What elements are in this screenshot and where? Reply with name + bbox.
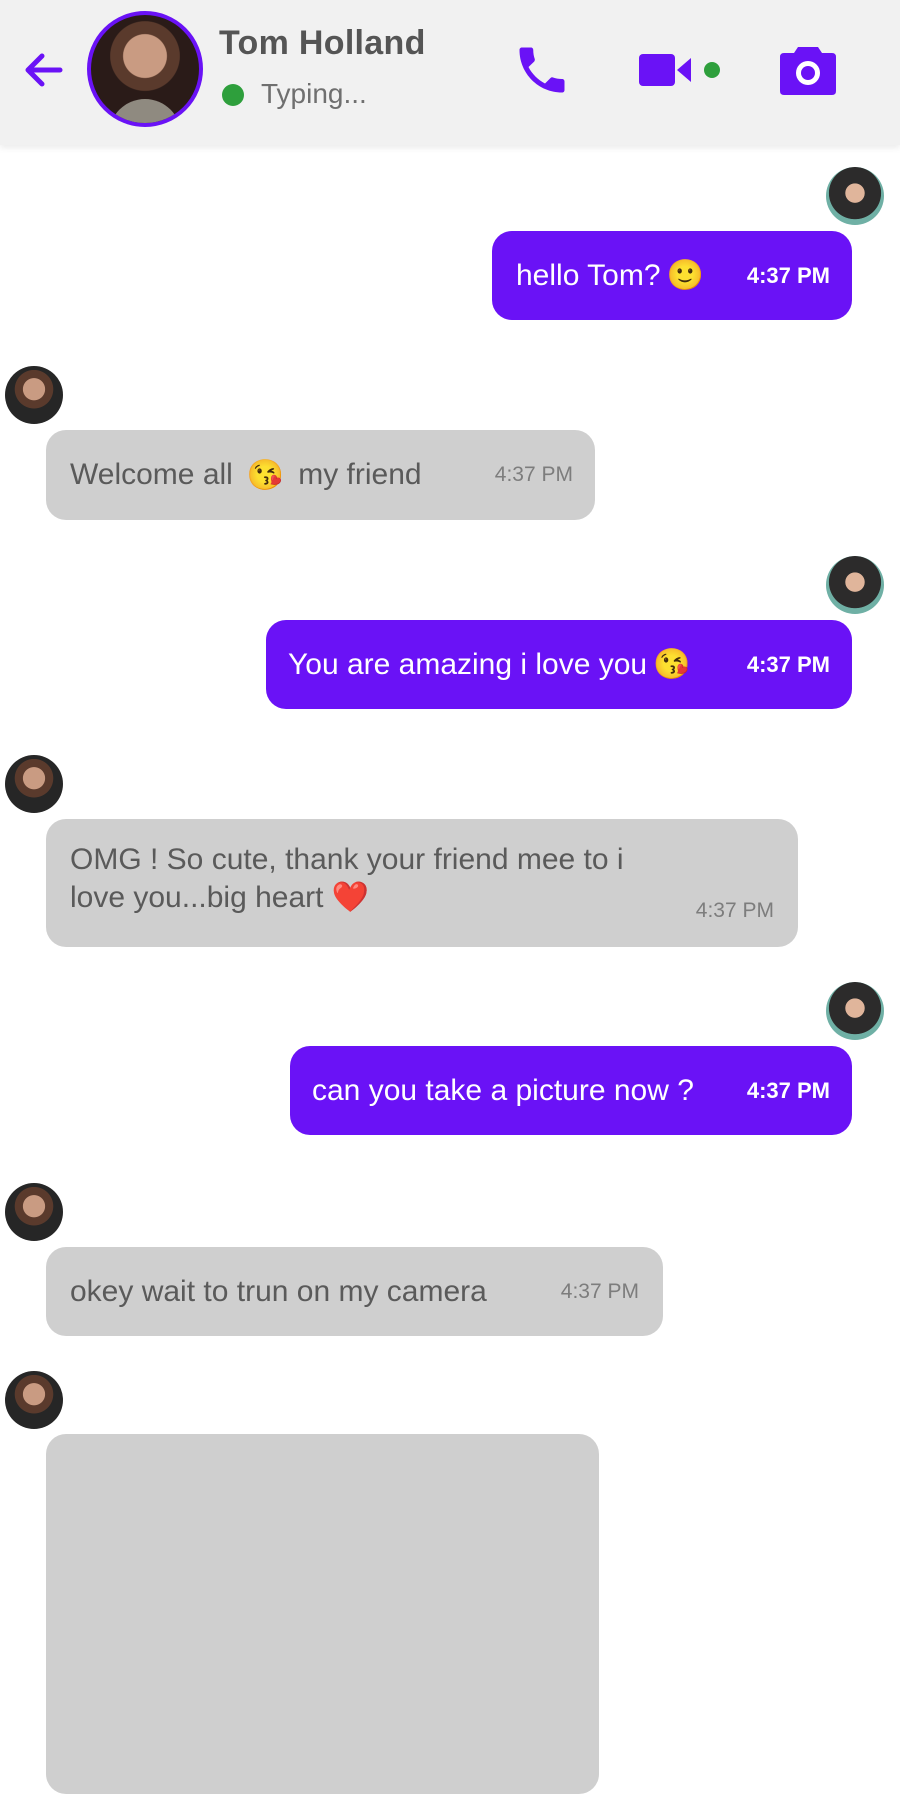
online-status-dot <box>222 84 244 106</box>
kiss-emoji-icon: 😘 <box>246 458 285 492</box>
message-text: love you...big heart <box>70 881 324 914</box>
contact-avatar[interactable] <box>87 11 203 127</box>
message-text: okey wait to trun on my camera <box>70 1274 487 1308</box>
photo-message-placeholder[interactable] <box>46 1434 599 1794</box>
kiss-emoji-icon: 😘 <box>653 648 691 681</box>
message-time: 4:37 PM <box>746 1077 830 1103</box>
message-bubble-sent[interactable]: You are amazing i love you 😘 4:37 PM <box>266 620 852 709</box>
message-text: can you take a picture now ? <box>312 1073 694 1107</box>
message-bubble-sent[interactable]: can you take a picture now ? 4:37 PM <box>290 1046 852 1135</box>
my-avatar <box>826 167 884 225</box>
chat-header: Tom Holland Typing... <box>0 0 900 145</box>
camera-icon <box>780 47 836 95</box>
message-time: 4:37 PM <box>560 1279 639 1303</box>
message-text: Welcome all <box>70 458 233 491</box>
message-bubble-received[interactable]: OMG ! So cute, thank your friend mee to … <box>46 819 798 947</box>
message-text: hello Tom? <box>516 258 661 292</box>
heart-emoji-icon: ❤️ <box>331 881 370 914</box>
tom-avatar <box>5 755 63 813</box>
message-bubble-sent[interactable]: hello Tom? 🙂 4:37 PM <box>492 231 852 320</box>
message-time: 4:37 PM <box>494 463 573 486</box>
message-text-line: OMG ! So cute, thank your friend mee to … <box>70 843 624 876</box>
voice-call-button[interactable] <box>510 36 574 104</box>
message-text: You are amazing i love you <box>288 647 648 681</box>
avatar-shirt <box>109 99 181 123</box>
camera-button[interactable] <box>774 36 842 104</box>
tom-avatar <box>5 1371 63 1429</box>
tom-avatar <box>5 1183 63 1241</box>
smile-emoji-icon: 🙂 <box>666 259 704 292</box>
tom-avatar <box>5 366 63 424</box>
message-text-line: love you...big heart ❤️ <box>70 879 369 917</box>
message-time: 4:37 PM <box>695 899 774 922</box>
my-avatar <box>826 982 884 1040</box>
video-online-dot <box>704 62 720 78</box>
contact-name[interactable]: Tom Holland <box>219 24 426 63</box>
back-arrow-icon <box>25 53 63 87</box>
typing-status: Typing... <box>261 78 367 109</box>
message-bubble-received[interactable]: Welcome all 😘 my friend 4:37 PM <box>46 430 595 520</box>
message-time: 4:37 PM <box>746 262 830 288</box>
my-avatar <box>826 556 884 614</box>
back-button[interactable] <box>14 42 74 98</box>
phone-icon <box>519 47 565 93</box>
video-call-button[interactable] <box>636 40 696 100</box>
message-text: my friend <box>298 458 422 491</box>
video-icon <box>639 54 691 86</box>
message-bubble-received[interactable]: okey wait to trun on my camera 4:37 PM <box>46 1247 663 1336</box>
message-time: 4:37 PM <box>746 651 830 677</box>
